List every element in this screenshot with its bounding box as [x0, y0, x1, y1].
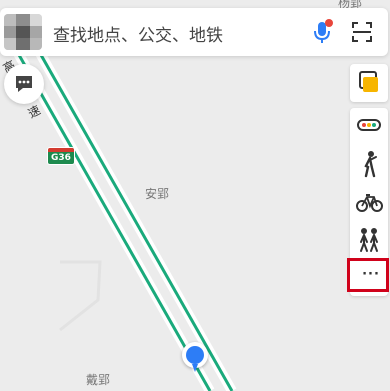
more-button[interactable]: ··· — [347, 258, 389, 292]
heading-arrow-icon — [192, 364, 198, 372]
search-bar[interactable]: 查找地点、公交、地铁 — [0, 8, 388, 56]
chat-icon — [16, 76, 32, 92]
layers-button[interactable] — [350, 64, 388, 102]
scan-button[interactable] — [348, 18, 376, 46]
bike-icon — [356, 194, 383, 212]
search-input[interactable]: 查找地点、公交、地铁 — [53, 21, 223, 46]
avatar-image — [4, 14, 42, 50]
people-icon — [360, 228, 378, 252]
voice-search-button[interactable] — [308, 18, 336, 46]
people-button[interactable] — [350, 222, 388, 258]
place-label-daiying[interactable]: 戴郢 — [86, 371, 110, 388]
highway-shield-label: G36 — [48, 152, 74, 164]
location-dot-icon — [186, 346, 204, 364]
message-button[interactable] — [4, 64, 44, 104]
more-icon: ··· — [362, 267, 380, 282]
bike-button[interactable] — [350, 184, 388, 220]
map-app: 高 速 G36 安郢 戴郢 杨郢 查找地点、公交、地铁 ··· — [0, 0, 390, 391]
avatar[interactable] — [4, 14, 42, 50]
microphone-icon — [314, 19, 333, 43]
traffic-icon — [357, 119, 381, 131]
walk-icon — [364, 151, 377, 178]
map-canvas[interactable] — [0, 0, 390, 391]
layers-icon — [359, 71, 378, 92]
place-label-anying[interactable]: 安郢 — [145, 185, 169, 202]
current-location-marker[interactable] — [182, 342, 208, 372]
scan-icon — [352, 22, 372, 42]
walk-nav-button[interactable] — [350, 146, 388, 182]
traffic-button[interactable] — [350, 108, 388, 144]
highway-shield: G36 — [48, 148, 74, 164]
